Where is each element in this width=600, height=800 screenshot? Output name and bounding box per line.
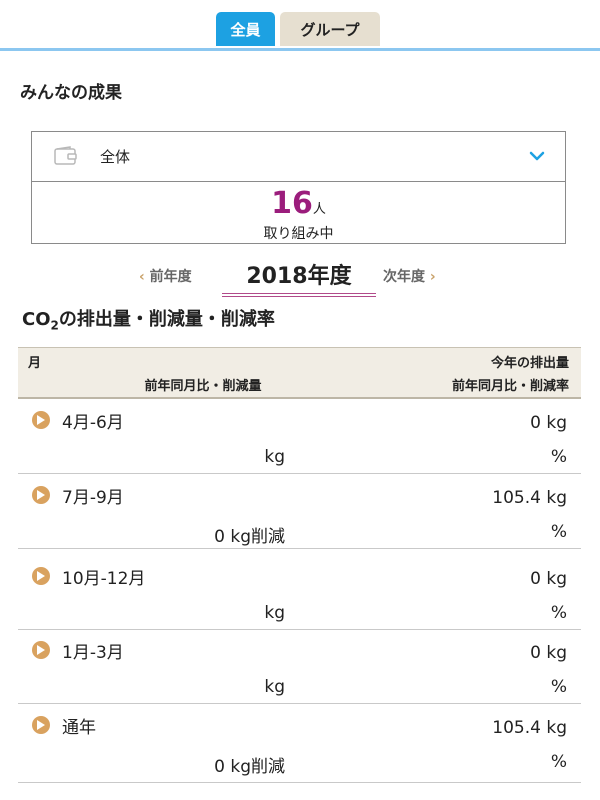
tab-group[interactable]: グループ <box>280 12 380 46</box>
header-reduction: 前年同月比・削減量 <box>144 379 262 394</box>
arrow-right-circle-icon <box>32 567 50 585</box>
row-reduction: kg <box>264 677 285 697</box>
prev-year-link[interactable]: ‹ 前年度 <box>139 266 192 286</box>
row-rate: % <box>550 752 567 772</box>
arrow-right-circle-icon <box>32 641 50 659</box>
table-row[interactable]: 通年 105.4 kg 0 kg削減 % <box>18 704 581 783</box>
row-period: 4月-6月 <box>62 413 124 433</box>
arrow-right-circle-icon <box>32 716 50 734</box>
arrow-right-circle-icon <box>32 411 50 429</box>
participant-status: 取り組み中 <box>263 226 334 242</box>
row-rate: % <box>550 447 567 467</box>
row-period: 7月-9月 <box>62 488 124 508</box>
table-title-suffix: の排出量・削減量・削減率 <box>58 309 275 330</box>
table-header: 月 今年の排出量 前年同月比・削減量 前年同月比・削減率 <box>18 347 581 399</box>
table-row[interactable]: 7月-9月 105.4 kg 0 kg削減 % <box>18 474 581 549</box>
row-reduction: kg <box>264 447 285 467</box>
participant-count: 16人 <box>32 186 565 221</box>
wallet-icon <box>54 146 77 165</box>
arrow-right-circle-icon <box>32 486 50 504</box>
next-year-label: 次年度 <box>383 269 425 285</box>
row-emission: 0 kg <box>530 413 567 433</box>
prev-year-label: 前年度 <box>149 269 192 285</box>
table-row[interactable]: 10月-12月 0 kg kg % <box>18 555 581 630</box>
tab-bar: 全員 グループ <box>0 0 600 51</box>
chevron-down-icon[interactable] <box>527 146 547 166</box>
header-month: 月 <box>28 356 42 371</box>
table-title-sub: 2 <box>50 318 59 333</box>
row-reduction: 0 kg削減 <box>214 757 285 777</box>
row-period: 10月-12月 <box>62 569 146 589</box>
current-year: 2018年度 <box>222 258 376 297</box>
row-reduction: kg <box>264 603 285 623</box>
row-emission: 0 kg <box>530 643 567 663</box>
row-emission: 0 kg <box>530 569 567 589</box>
section-title: みんなの成果 <box>20 83 122 103</box>
header-rate: 前年同月比・削減率 <box>451 379 569 394</box>
group-summary-box: 全体 16人 取り組み中 <box>31 131 566 244</box>
group-select-value: 全体 <box>100 148 131 166</box>
row-reduction: 0 kg削減 <box>214 527 285 547</box>
chevron-left-icon: ‹ <box>139 269 145 285</box>
row-period: 通年 <box>62 718 96 738</box>
table-row[interactable]: 1月-3月 0 kg kg % <box>18 629 581 704</box>
participant-count-unit: 人 <box>312 202 326 217</box>
participant-count-value: 16 <box>271 186 313 221</box>
row-rate: % <box>550 522 567 542</box>
row-emission: 105.4 kg <box>492 488 567 508</box>
next-year-link[interactable]: 次年度 › <box>383 266 436 286</box>
row-rate: % <box>550 603 567 623</box>
table-row[interactable]: 4月-6月 0 kg kg % <box>18 399 581 474</box>
table-title-prefix: CO <box>22 309 51 330</box>
header-emission: 今年の排出量 <box>490 356 569 371</box>
chevron-right-icon: › <box>429 269 436 285</box>
tab-all[interactable]: 全員 <box>216 12 275 46</box>
row-period: 1月-3月 <box>62 643 124 663</box>
table-title: CO2の排出量・削減量・削減率 <box>22 305 275 333</box>
row-rate: % <box>550 677 567 697</box>
row-emission: 105.4 kg <box>492 718 567 738</box>
group-select[interactable]: 全体 <box>32 132 565 182</box>
